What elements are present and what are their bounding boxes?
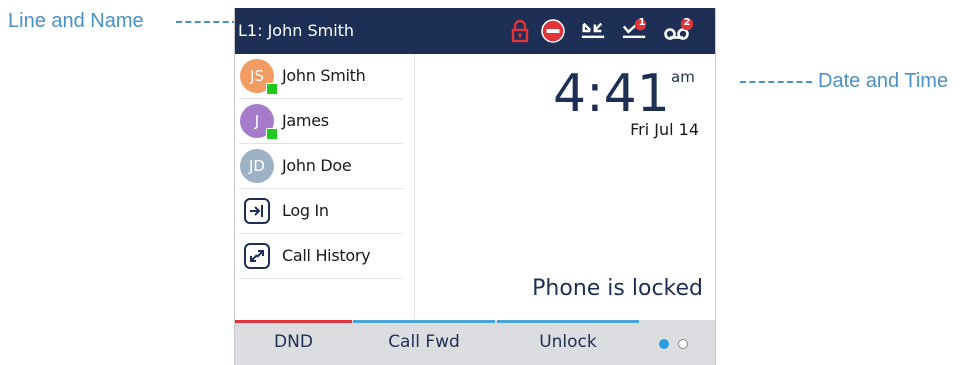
- contact-name: James: [282, 111, 329, 130]
- contact-list-panel: JS John Smith J James JD John Doe Log In: [235, 54, 415, 319]
- unlock-softkey[interactable]: Unlock: [497, 320, 639, 365]
- callout-leader-line-name: [176, 21, 238, 23]
- callout-leader-line-time: [740, 81, 812, 83]
- call-history-item[interactable]: Call History: [235, 234, 415, 279]
- call-history-icon: [244, 243, 270, 269]
- contact-item-john-doe[interactable]: JD John Doe: [235, 144, 415, 189]
- call-fwd-softkey[interactable]: Call Fwd: [353, 320, 495, 365]
- presence-online-indicator: [266, 128, 278, 140]
- page-indicator-dot-active[interactable]: [659, 339, 669, 349]
- clock-ampm: am: [671, 68, 695, 86]
- status-bar: L1: John Smith 1 2: [235, 8, 715, 54]
- voicemail-badge: 2: [683, 17, 691, 28]
- contact-item-james[interactable]: J James: [235, 99, 415, 144]
- presence-online-indicator: [266, 83, 278, 95]
- lock-icon: [511, 19, 529, 43]
- softkey-label: Unlock: [539, 332, 597, 352]
- log-in-item[interactable]: Log In: [235, 189, 415, 234]
- divider: [239, 278, 403, 279]
- dnd-softkey[interactable]: DND: [235, 320, 352, 365]
- avatar: JD: [240, 149, 274, 183]
- login-icon: [244, 198, 270, 224]
- softkey-label: Call Fwd: [388, 332, 460, 352]
- phone-locked-message: Phone is locked: [532, 276, 703, 301]
- messages-badge: 1: [638, 17, 646, 28]
- contact-name: John Smith: [282, 66, 366, 85]
- softkey-accent-strip: [497, 320, 639, 323]
- callout-date-and-time: Date and Time: [818, 70, 949, 92]
- do-not-disturb-icon: [541, 19, 565, 43]
- missed-calls-icon: [581, 22, 605, 39]
- clock-time: 4:41: [553, 64, 670, 124]
- contact-item-john-smith[interactable]: JS John Smith: [235, 54, 415, 99]
- line-label[interactable]: L1: John Smith: [238, 21, 354, 41]
- page-indicator-dot[interactable]: [678, 339, 688, 349]
- clock-date: Fri Jul 14: [630, 120, 699, 139]
- contact-name: John Doe: [282, 156, 352, 175]
- softkey-label: DND: [274, 332, 313, 352]
- log-in-label: Log In: [282, 201, 329, 220]
- softkey-accent-strip: [353, 320, 495, 323]
- call-history-label: Call History: [282, 246, 371, 265]
- callout-line-and-name: Line and Name: [8, 10, 144, 32]
- phone-screen: L1: John Smith 1 2 JS John Smith J James…: [234, 8, 716, 365]
- softkey-accent-strip: [235, 320, 352, 323]
